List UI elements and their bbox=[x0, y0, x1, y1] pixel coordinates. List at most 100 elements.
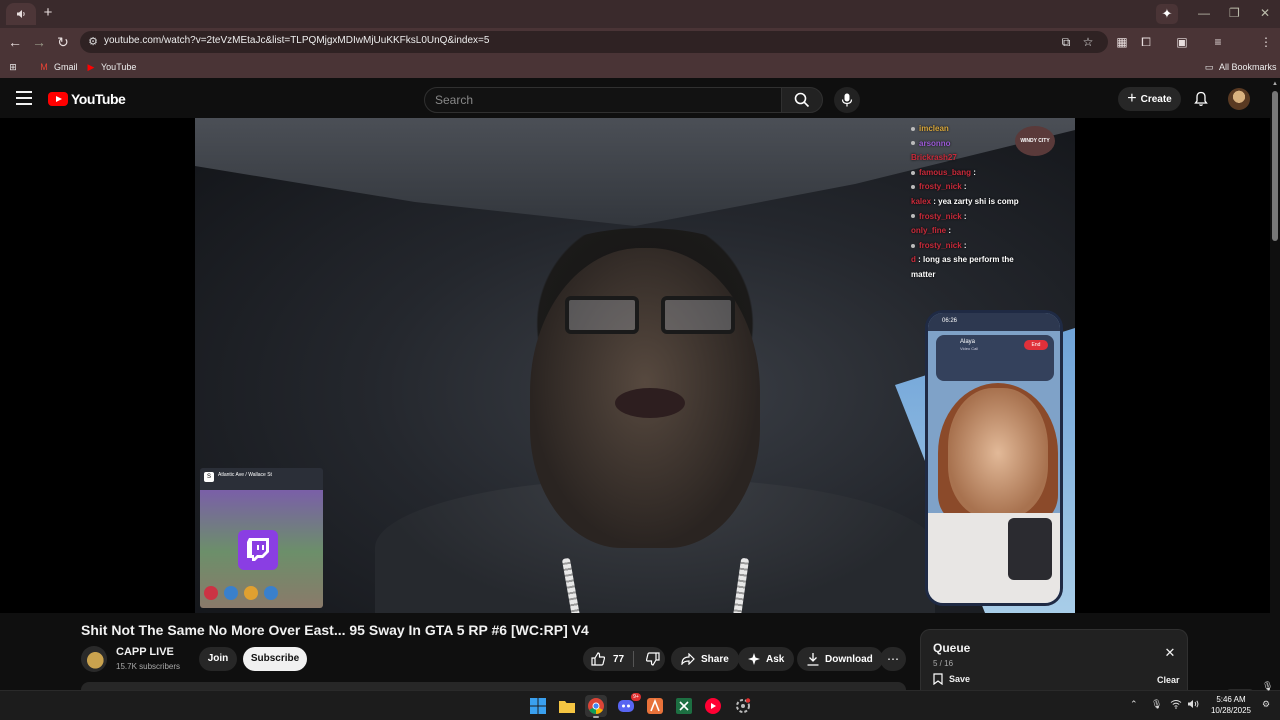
start-icon[interactable] bbox=[527, 695, 549, 717]
youtube-logo[interactable]: YouTube bbox=[48, 91, 126, 107]
save-label: Save bbox=[949, 674, 971, 684]
create-button[interactable]: + Create bbox=[1118, 87, 1181, 111]
page-scrollbar[interactable]: ▲ bbox=[1270, 81, 1280, 690]
search-button[interactable] bbox=[781, 87, 823, 113]
youtube-masthead: YouTube + Create bbox=[0, 81, 1280, 118]
like-count: 77 bbox=[613, 653, 625, 665]
thumbs-up-icon bbox=[591, 652, 605, 666]
new-tab-button[interactable]: + bbox=[40, 5, 56, 21]
browser-tab[interactable] bbox=[6, 3, 36, 25]
queue-save-button[interactable]: Save bbox=[933, 673, 970, 685]
back-button[interactable]: ← bbox=[6, 33, 24, 51]
chat-message: kalex : yea zarty shi is comp bbox=[911, 196, 1019, 206]
scroll-up-arrow[interactable]: ▲ bbox=[1272, 81, 1278, 87]
video-frame[interactable]: imclean arsonno Brickrash27 famous_bang … bbox=[195, 118, 1075, 613]
wifi-icon[interactable] bbox=[1170, 699, 1182, 711]
bookmark-label: Gmail bbox=[54, 62, 78, 72]
volume-icon[interactable] bbox=[1187, 699, 1199, 711]
url-text[interactable]: youtube.com/watch?v=2teVzMEtaJc&list=TLP… bbox=[104, 35, 489, 46]
phone-overlay: 06:26 Alaya Video Call End bbox=[925, 310, 1063, 606]
bookmark-label: YouTube bbox=[101, 62, 137, 72]
ask-button[interactable]: Ask bbox=[738, 647, 795, 671]
tray-overflow-icon[interactable]: ⌃ bbox=[1130, 699, 1138, 710]
like-button[interactable]: 77 bbox=[583, 647, 627, 671]
queue-clear-button[interactable]: Clear bbox=[1157, 675, 1180, 685]
chat-message: Brickrash27 bbox=[911, 153, 957, 163]
site-info-icon[interactable]: ⚙ bbox=[86, 35, 100, 49]
share-button[interactable]: Share bbox=[671, 647, 739, 671]
scrollbar-thumb[interactable] bbox=[1272, 91, 1278, 241]
sparkle-icon bbox=[748, 653, 760, 665]
chat-message: frosty_nick : bbox=[911, 210, 1075, 225]
search-icon bbox=[794, 92, 810, 108]
share-label: Share bbox=[701, 653, 729, 665]
like-dislike-group: 77 bbox=[583, 647, 665, 671]
settings-app-icon[interactable] bbox=[732, 695, 754, 717]
all-bookmarks-button[interactable]: ▭ All Bookmarks bbox=[1203, 60, 1277, 74]
address-bar[interactable]: ⚙ youtube.com/watch?v=2teVzMEtaJc&list=T… bbox=[80, 31, 1108, 53]
clock-time: 5:46 AM bbox=[1216, 695, 1246, 704]
media-controls-icon[interactable]: ≡ bbox=[1210, 34, 1226, 50]
notification-center-icon[interactable]: ⚙ bbox=[1262, 699, 1270, 710]
download-button[interactable]: Download bbox=[797, 647, 883, 671]
more-actions-button[interactable]: ⋯ bbox=[880, 647, 906, 671]
all-bookmarks-label: All Bookmarks bbox=[1219, 62, 1277, 72]
phone-call-card: Alaya Video Call End bbox=[936, 335, 1054, 381]
apps-grid-icon[interactable]: ⊞ bbox=[7, 60, 19, 74]
bookmark-star-icon[interactable]: ☆ bbox=[1080, 34, 1096, 50]
chat-message: matter bbox=[911, 269, 936, 279]
ask-label: Ask bbox=[766, 653, 785, 665]
clock-date: 10/28/2025 bbox=[1210, 706, 1252, 715]
discord-badge: 9+ bbox=[631, 693, 641, 701]
dislike-button[interactable] bbox=[640, 647, 665, 671]
subscribe-button[interactable]: Subscribe bbox=[243, 647, 307, 671]
voice-access-icon[interactable]: 🎙 bbox=[1262, 681, 1274, 693]
map-location: Atlantic Ave / Wallace St bbox=[218, 472, 272, 478]
join-button[interactable]: Join bbox=[199, 647, 237, 671]
mic-tray-icon[interactable]: 🎙 bbox=[1151, 699, 1162, 710]
browser-menu-icon[interactable]: ⋮ bbox=[1258, 34, 1274, 50]
extensions-puzzle-icon[interactable]: ⧠ bbox=[1138, 34, 1154, 50]
excel-icon[interactable] bbox=[673, 695, 695, 717]
status-indicators bbox=[204, 586, 278, 600]
channel-avatar[interactable] bbox=[81, 646, 107, 672]
close-icon[interactable]: ✕ bbox=[1163, 646, 1177, 660]
side-panel-icon[interactable]: ▣ bbox=[1174, 34, 1190, 50]
discord-icon[interactable]: 9+ bbox=[615, 693, 641, 717]
install-app-icon[interactable]: ⧉ bbox=[1058, 34, 1074, 50]
audio-playing-icon bbox=[17, 10, 25, 18]
logo-text: YouTube bbox=[71, 91, 126, 107]
maximize-button[interactable]: ❐ bbox=[1229, 6, 1240, 20]
subscriber-count: 15.7K subscribers bbox=[116, 662, 181, 671]
menu-icon[interactable] bbox=[16, 91, 32, 105]
minimap-overlay: S Atlantic Ave / Wallace St bbox=[200, 468, 323, 608]
youtube-music-icon[interactable] bbox=[702, 695, 724, 717]
bookmark-youtube[interactable]: ▶ YouTube bbox=[85, 60, 137, 74]
bookmarks-bar: ⊞ M Gmail ▶ YouTube ▭ All Bookmarks bbox=[0, 56, 1280, 78]
reload-button[interactable]: ↻ bbox=[54, 33, 72, 51]
gmail-icon: M bbox=[40, 62, 48, 72]
notifications-button[interactable] bbox=[1191, 89, 1211, 109]
character-glasses bbox=[565, 296, 745, 342]
caller-name: Alaya bbox=[960, 339, 976, 345]
file-explorer-icon[interactable] bbox=[556, 695, 578, 717]
folder-icon: ▭ bbox=[1204, 62, 1214, 72]
chrome-icon[interactable] bbox=[585, 695, 607, 718]
share-icon bbox=[681, 653, 695, 665]
create-label: Create bbox=[1140, 93, 1172, 105]
forward-button[interactable]: → bbox=[30, 33, 48, 51]
bookmark-gmail[interactable]: M Gmail bbox=[38, 60, 78, 74]
system-clock[interactable]: 5:46 AM 10/28/2025 bbox=[1208, 694, 1254, 716]
voice-search-button[interactable] bbox=[834, 87, 860, 113]
search-input[interactable] bbox=[425, 88, 781, 112]
app-launcher-icon[interactable] bbox=[644, 695, 666, 717]
search-box bbox=[424, 87, 782, 113]
video-player[interactable]: imclean arsonno Brickrash27 famous_bang … bbox=[0, 118, 1270, 715]
account-avatar[interactable] bbox=[1228, 88, 1250, 110]
channel-name[interactable]: CAPP LIVE bbox=[116, 646, 174, 658]
description-box[interactable] bbox=[81, 682, 906, 690]
extension-icon[interactable]: ▦ bbox=[1114, 34, 1130, 50]
close-window-button[interactable]: ✕ bbox=[1260, 6, 1270, 20]
gemini-icon[interactable]: ✦ bbox=[1156, 4, 1178, 24]
minimize-button[interactable]: — bbox=[1198, 6, 1210, 20]
